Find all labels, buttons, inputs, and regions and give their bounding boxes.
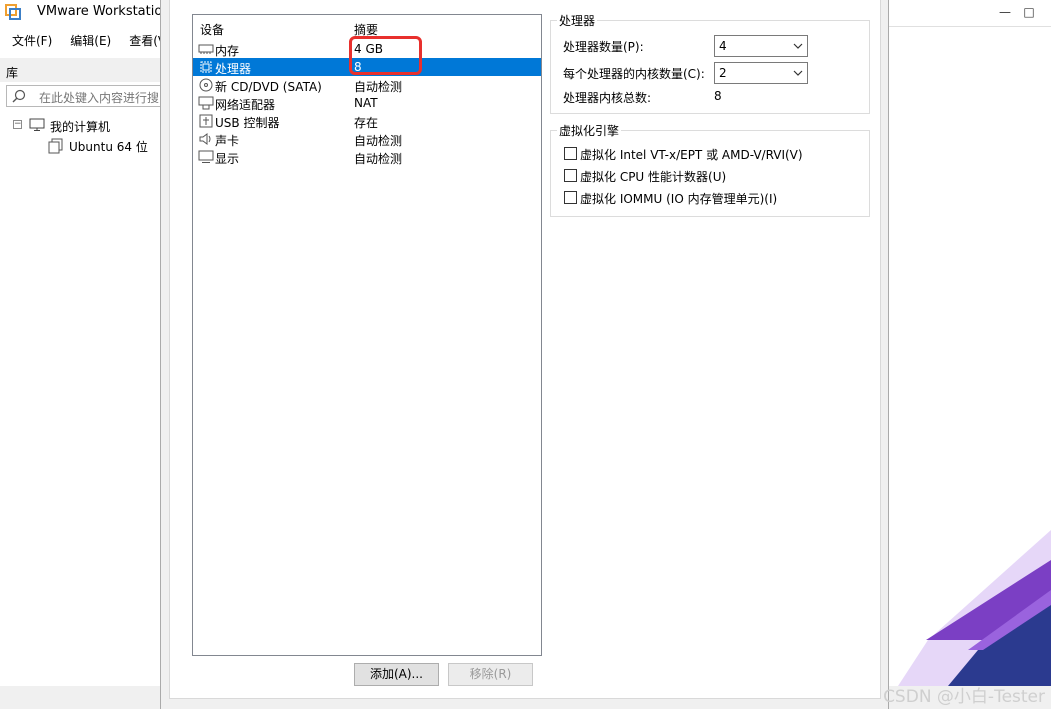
cores-per-processor-label: 每个处理器的内核数量(C): (563, 67, 705, 81)
device-summary: 自动检测 (354, 80, 403, 94)
chevron-down-icon (793, 43, 803, 49)
network-adapter-icon (198, 96, 214, 110)
device-list: 设备 摘要 内存 4 GB 处理器 8 新 CD/DVD (SATA) 自动检测… (192, 14, 542, 656)
library-header: 库 (0, 58, 161, 82)
processor-count-select[interactable]: 4 (714, 35, 808, 57)
menu-edit[interactable]: 编辑(E) (58, 28, 117, 52)
library-search-placeholder: 在此处键入内容进行搜 (39, 91, 160, 105)
device-list-header: 设备 摘要 (193, 21, 541, 37)
menu-file[interactable]: 文件(F) (0, 28, 58, 52)
vmware-logo-icon (5, 4, 21, 20)
virtualization-group-title: 虚拟化引擎 (557, 122, 622, 139)
device-row-sound[interactable]: 声卡 自动检测 (193, 130, 541, 148)
maximize-button[interactable]: □ (1017, 2, 1041, 22)
processor-icon (200, 61, 212, 73)
device-summary: NAT (354, 96, 378, 110)
remove-device-button[interactable]: 移除(R) (448, 663, 533, 686)
display-icon (198, 150, 214, 163)
device-name: 内存 (215, 44, 240, 58)
device-row-network[interactable]: 网络适配器 NAT (193, 94, 541, 112)
window-controls: — □ (993, 2, 1041, 22)
vm-settings-dialog: 设备 摘要 内存 4 GB 处理器 8 新 CD/DVD (SATA) 自动检测… (160, 0, 889, 709)
menu-bar: 文件(F) 编辑(E) 查看(V) (0, 28, 177, 52)
tree-item-my-computer[interactable]: − 我的计算机 (0, 116, 161, 136)
library-search-input[interactable]: 在此处键入内容进行搜 (6, 85, 161, 107)
checkbox-label: 虚拟化 IOMMU (IO 内存管理单元)(I) (580, 192, 778, 206)
processor-group: 处理器 处理器数量(P): 4 每个处理器的内核数量(C): 2 处理器内核总数… (550, 12, 870, 114)
processor-count-label: 处理器数量(P): (563, 40, 644, 54)
device-name: 新 CD/DVD (SATA) (215, 80, 322, 94)
sound-card-icon (199, 133, 211, 145)
vm-icon (48, 138, 63, 154)
checkbox-label: 虚拟化 CPU 性能计数器(U) (580, 170, 727, 184)
chevron-down-icon (793, 70, 803, 76)
library-tree: − 我的计算机 Ubuntu 64 位 (0, 116, 161, 156)
checkbox[interactable] (564, 169, 577, 182)
device-summary: 自动检测 (354, 152, 403, 166)
processor-group-title: 处理器 (557, 12, 598, 29)
tree-item-label: Ubuntu 64 位 (69, 140, 148, 154)
total-cores-value: 8 (714, 89, 722, 103)
vmware-decoration (898, 530, 1051, 686)
column-header-device[interactable]: 设备 (200, 21, 224, 38)
library-panel: 库 在此处键入内容进行搜 − 我的计算机 Ubuntu 64 位 (0, 58, 161, 686)
cores-per-processor-select[interactable]: 2 (714, 62, 808, 84)
device-summary: 存在 (354, 116, 379, 130)
search-icon (12, 89, 26, 103)
tree-item-label: 我的计算机 (50, 120, 111, 134)
checkbox-label: 虚拟化 Intel VT-x/EPT 或 AMD-V/RVI(V) (580, 148, 803, 162)
csdn-watermark: CSDN @小白-Tester (883, 687, 1045, 707)
device-row-display[interactable]: 显示 自动检测 (193, 148, 541, 166)
collapse-icon[interactable]: − (13, 120, 22, 129)
hardware-tab-page: 设备 摘要 内存 4 GB 处理器 8 新 CD/DVD (SATA) 自动检测… (169, 0, 881, 699)
memory-icon (198, 44, 214, 54)
add-device-button[interactable]: 添加(A)... (354, 663, 439, 686)
virtualization-engine-group: 虚拟化引擎 虚拟化 Intel VT-x/EPT 或 AMD-V/RVI(V) … (550, 122, 870, 217)
device-name: 网络适配器 (215, 98, 276, 112)
checkbox[interactable] (564, 191, 577, 204)
device-row-usb[interactable]: USB 控制器 存在 (193, 112, 541, 130)
tree-item-ubuntu[interactable]: Ubuntu 64 位 (0, 136, 161, 156)
annotation-highlight-box (349, 36, 422, 75)
total-cores-label: 处理器内核总数: (563, 91, 652, 105)
cd-dvd-icon (199, 78, 213, 92)
device-summary: 自动检测 (354, 134, 403, 148)
device-row-cd-dvd[interactable]: 新 CD/DVD (SATA) 自动检测 (193, 76, 541, 94)
device-name: 声卡 (215, 134, 240, 148)
device-name: 处理器 (215, 62, 252, 76)
computer-icon (29, 118, 45, 131)
checkbox[interactable] (564, 147, 577, 160)
device-name: USB 控制器 (215, 116, 280, 130)
minimize-button[interactable]: — (993, 2, 1017, 22)
cores-per-processor-value: 2 (719, 66, 727, 80)
window-title: VMware Workstation (37, 4, 171, 19)
usb-icon (199, 114, 213, 128)
device-name: 显示 (215, 152, 240, 166)
processor-count-value: 4 (719, 39, 727, 53)
